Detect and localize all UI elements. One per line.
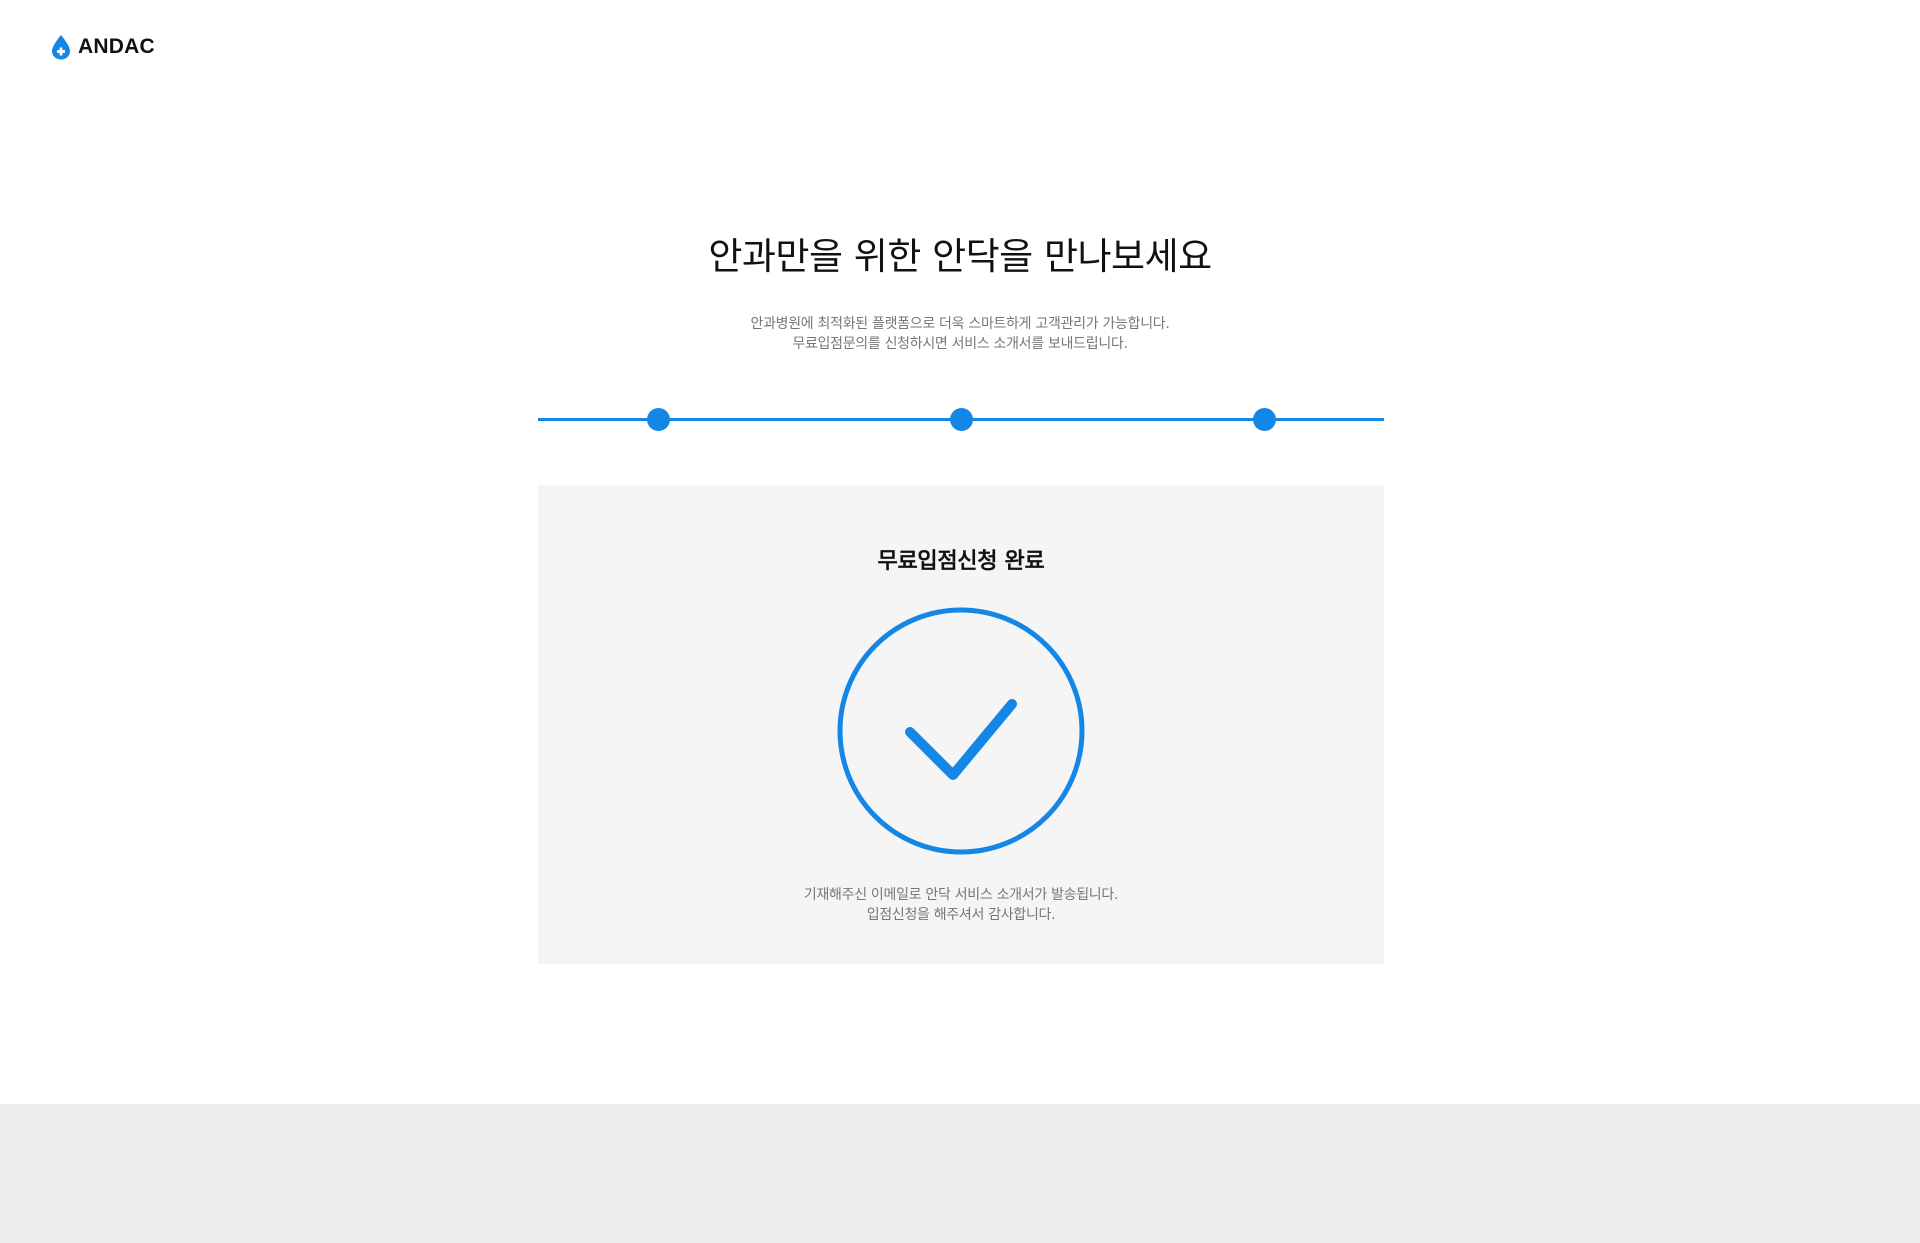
step-indicator-2 <box>949 408 973 431</box>
completion-title: 무료입점신청 완료 <box>877 549 1045 574</box>
brand-name: ANDAC <box>78 35 155 58</box>
page-description-line: 안과병원에 최적화된 플랫폼으로 더욱 스마트하게 고객관리가 가능합니다. <box>750 316 1170 332</box>
page-description: 안과병원에 최적화된 플랫폼으로 더욱 스마트하게 고객관리가 가능합니다. 무… <box>0 314 1920 354</box>
step-progress <box>538 404 1384 436</box>
completion-card: 무료입점신청 완료 기재해주신 이메일로 안닥 서비스 소개서가 발송됩니다. … <box>538 485 1384 964</box>
page-title: 안과만을 위한 안닥을 만나보세요 <box>708 235 1212 278</box>
page-description-line: 무료입점문의를 신청하시면 서비스 소개서를 보내드립니다. <box>792 336 1128 352</box>
completion-message: 기재해주신 이메일로 안닥 서비스 소개서가 발송됩니다. 입점신청을 해주셔서… <box>538 885 1384 925</box>
page: ANDAC 안과만을 위한 안닥을 만나보세요 안과병원에 최적화된 플랫폼으로… <box>0 0 1920 1243</box>
completion-message-line: 기재해주신 이메일로 안닥 서비스 소개서가 발송됩니다. <box>803 887 1119 903</box>
step-indicator-1 <box>646 408 670 431</box>
footer <box>0 1104 1920 1243</box>
check-circle-icon <box>837 607 1085 855</box>
brand-logo[interactable]: ANDAC <box>50 34 155 60</box>
water-drop-plus-icon <box>52 35 70 60</box>
completion-message-line: 입점신청을 해주셔서 감사합니다. <box>866 907 1056 923</box>
step-indicator-3 <box>1252 408 1276 431</box>
